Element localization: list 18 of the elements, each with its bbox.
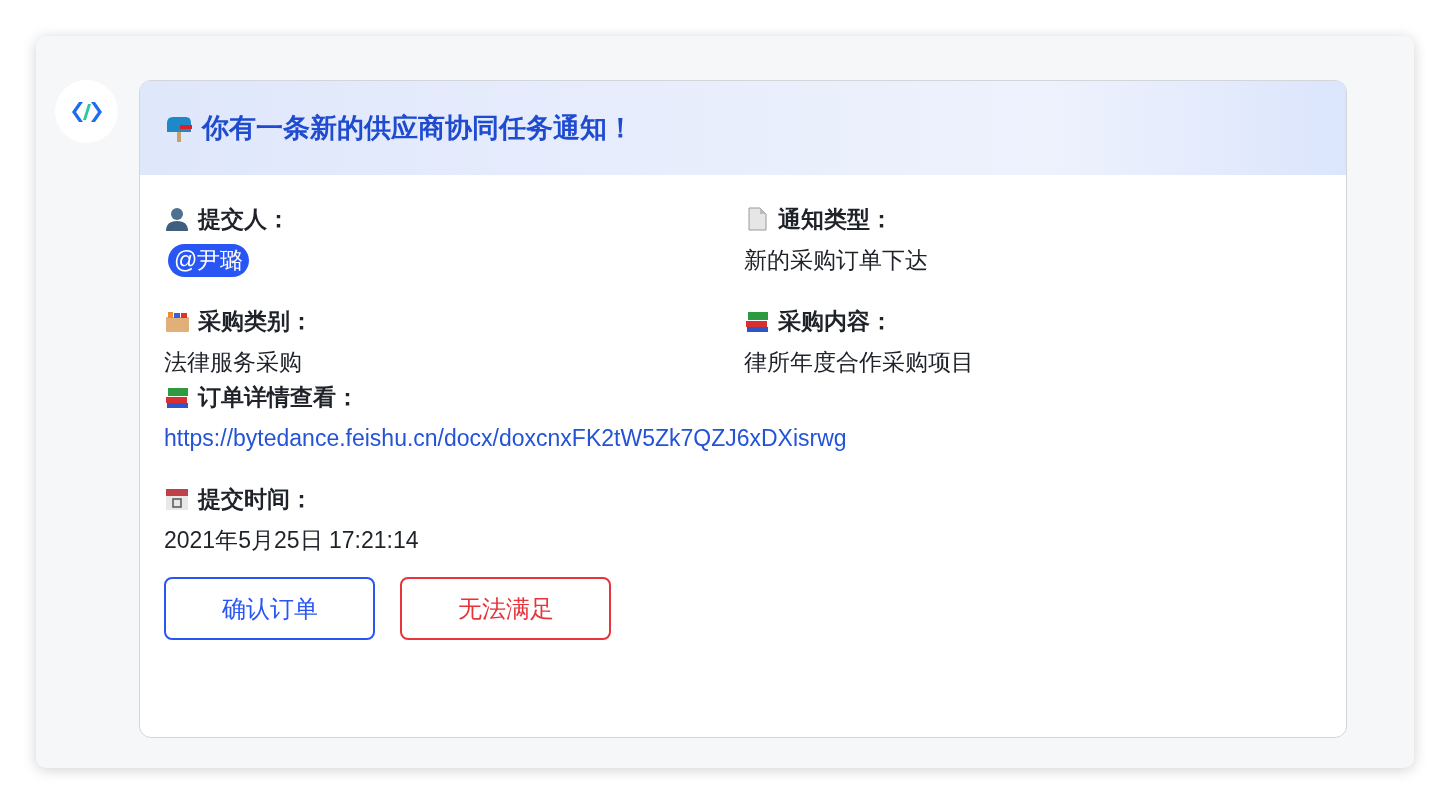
field-value: 法律服务采购 xyxy=(164,347,302,377)
field-label: 提交人： xyxy=(198,204,290,234)
field-value: 律所年度合作采购项目 xyxy=(744,347,974,377)
card-title: 你有一条新的供应商协同任务通知！ xyxy=(202,112,634,145)
field-label: 订单详情查看： xyxy=(198,382,359,412)
field-label: 采购类别： xyxy=(198,306,313,336)
field-value: 新的采购订单下达 xyxy=(744,245,928,275)
person-icon xyxy=(164,206,190,232)
field-label: 通知类型： xyxy=(778,204,893,234)
order-link[interactable]: https://bytedance.feishu.cn/docx/doxcnxFK2tW5Zk7QZJ6xDXisrwg xyxy=(164,424,847,452)
reject-button[interactable]: 无法满足 xyxy=(400,577,611,640)
code-brackets-icon xyxy=(69,99,104,124)
field-label: 提交时间： xyxy=(198,484,313,514)
confirm-button[interactable]: 确认订单 xyxy=(164,577,375,640)
calendar-icon xyxy=(164,486,190,512)
field-label: 采购内容： xyxy=(778,306,893,336)
field-value: 2021年5月25日 17:21:14 xyxy=(164,525,419,555)
user-mention[interactable]: @尹璐 xyxy=(168,243,250,277)
